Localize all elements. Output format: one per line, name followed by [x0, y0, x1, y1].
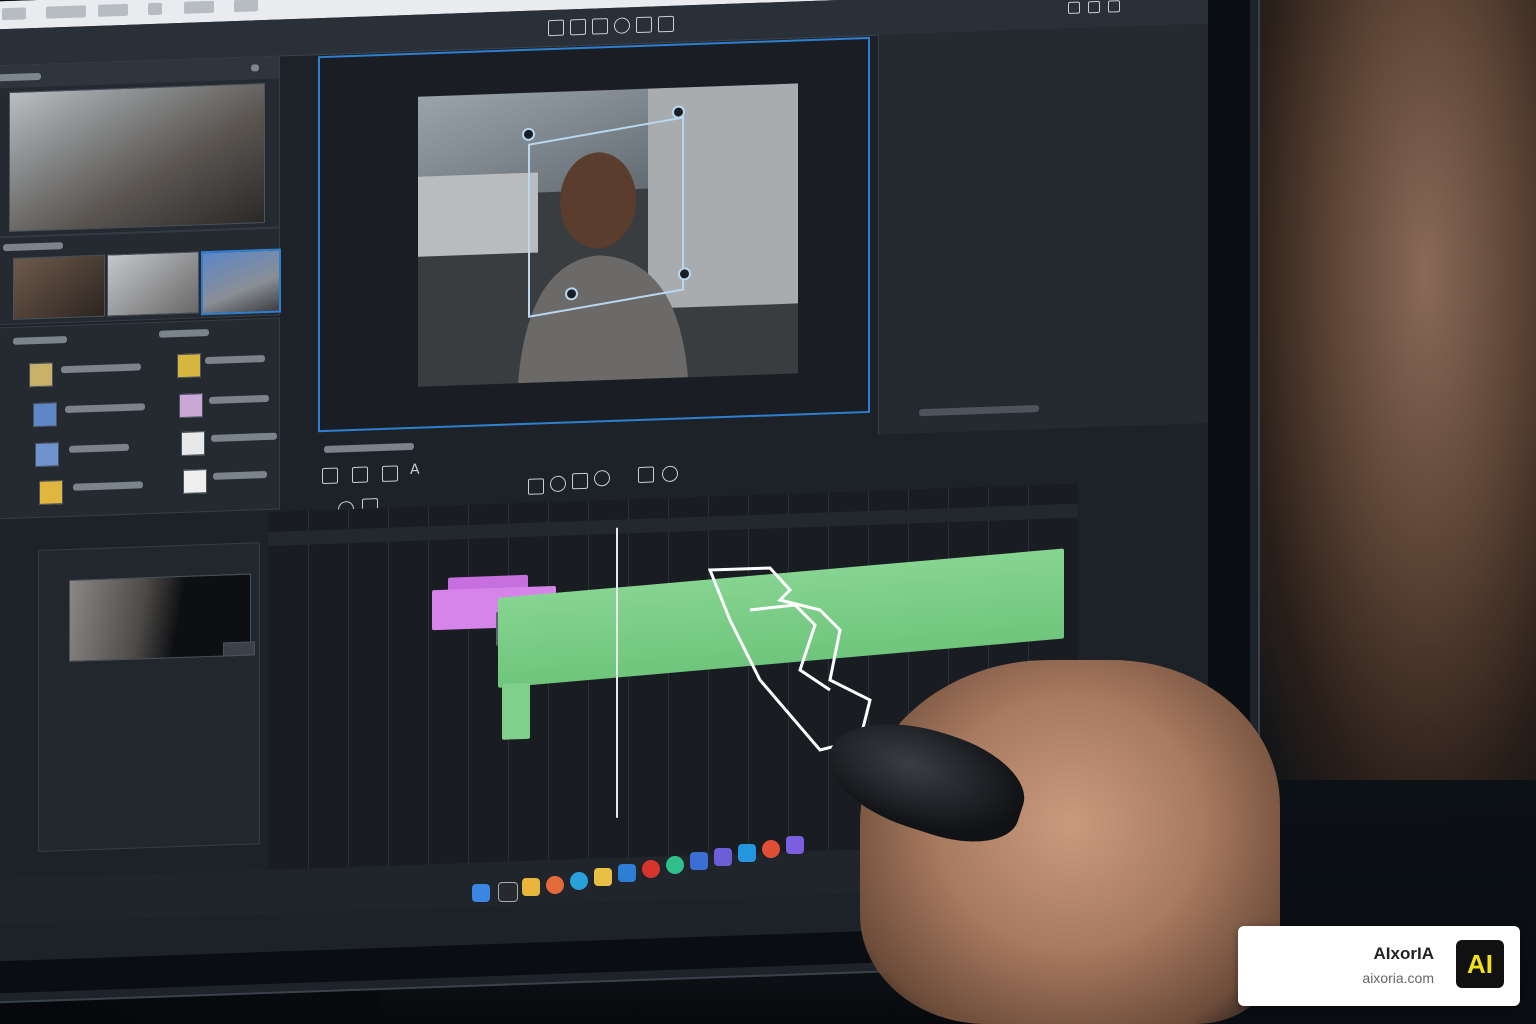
media-thumbnail[interactable]: [13, 254, 105, 320]
close-icon[interactable]: [1108, 0, 1120, 13]
inspector-panel: [878, 23, 1208, 435]
effect-label: [205, 355, 265, 365]
app-icon[interactable]: [690, 852, 708, 870]
app-icon[interactable]: [546, 876, 564, 894]
start-icon[interactable]: [472, 884, 490, 902]
effect-label: [65, 403, 145, 414]
media-thumbnail[interactable]: [107, 251, 199, 317]
building: [418, 172, 538, 257]
effect-icon[interactable]: [179, 393, 203, 419]
media-thumbnail-large[interactable]: [9, 83, 265, 232]
media-preview-panel: [0, 55, 280, 238]
menu-item[interactable]: [2, 7, 26, 21]
playhead[interactable]: [616, 527, 618, 818]
effect-icon[interactable]: [39, 480, 63, 505]
source-button[interactable]: [223, 641, 255, 657]
browser-icon[interactable]: [570, 872, 588, 890]
search-icon[interactable]: [498, 882, 518, 902]
panel-title: [13, 335, 67, 345]
effect-icon[interactable]: [177, 353, 201, 379]
person-face: [1260, 0, 1536, 780]
effect-icon[interactable]: [35, 442, 59, 468]
effect-icon[interactable]: [183, 469, 207, 494]
cut-icon[interactable]: [572, 472, 588, 490]
effect-icon[interactable]: [29, 362, 53, 388]
brand-logo-icon: AI: [1456, 940, 1504, 988]
photo-scene: A AIxorIA aixoria.com AI: [0, 0, 1536, 1024]
effect-icon[interactable]: [33, 402, 57, 428]
text-icon[interactable]: [658, 15, 674, 33]
panel-title: [3, 242, 63, 252]
wireframe-outline: [707, 566, 872, 752]
search-icon[interactable]: [662, 465, 678, 483]
hand: [860, 660, 1280, 1024]
link-icon[interactable]: [638, 466, 654, 484]
brand-logo-text: AI: [1467, 948, 1493, 979]
app-icon[interactable]: [642, 860, 660, 878]
effect-label: [211, 432, 277, 442]
brand-watermark-card: AIxorIA aixoria.com AI: [1238, 926, 1520, 1006]
menu-item[interactable]: [234, 0, 258, 13]
crop-icon[interactable]: [636, 16, 652, 34]
audio-clip[interactable]: [502, 682, 530, 740]
window-control-icon[interactable]: [1068, 1, 1080, 15]
menu-item[interactable]: [184, 0, 214, 14]
window-control-icon[interactable]: [1088, 0, 1100, 14]
menu-item[interactable]: [148, 2, 162, 16]
grid-icon[interactable]: [570, 18, 586, 36]
effect-icon[interactable]: [181, 431, 205, 456]
wireframe-inner-line: [749, 603, 831, 692]
panel-title: [159, 329, 209, 338]
brand-name: AIxorIA: [1373, 944, 1434, 963]
crop-icon[interactable]: [382, 465, 398, 482]
select-icon[interactable]: [528, 478, 544, 495]
browser-icon[interactable]: [762, 840, 780, 858]
folder-icon[interactable]: [522, 878, 540, 896]
app-icon[interactable]: [618, 864, 636, 882]
media-thumbnail-selected[interactable]: [201, 248, 281, 316]
pen-icon[interactable]: [614, 17, 630, 34]
folder-icon[interactable]: [352, 466, 368, 484]
media-bin-panel: [0, 227, 281, 326]
close-icon[interactable]: [251, 64, 259, 72]
menu-item[interactable]: [46, 5, 86, 19]
play-icon[interactable]: [322, 467, 338, 485]
panel-title: [0, 72, 41, 82]
folder-icon[interactable]: [594, 868, 612, 886]
timecode-label: [324, 442, 414, 453]
transform-bounding-box[interactable]: [528, 116, 684, 318]
effect-label: [69, 443, 129, 453]
pen-icon[interactable]: [550, 475, 566, 493]
app-icon[interactable]: [738, 844, 756, 862]
app-icon[interactable]: [714, 848, 732, 866]
menu-item[interactable]: [98, 3, 128, 17]
grid-icon[interactable]: [592, 18, 608, 35]
effect-label: [213, 470, 267, 480]
text-icon[interactable]: A: [410, 462, 424, 478]
effects-panel: [0, 317, 280, 520]
app-icon[interactable]: [666, 856, 684, 874]
layout-icon[interactable]: [548, 19, 564, 37]
effect-label: [73, 481, 143, 491]
source-panel: [38, 542, 260, 852]
crop-icon[interactable]: [594, 469, 610, 487]
effect-label: [61, 363, 141, 374]
brand-url: aixoria.com: [1362, 970, 1434, 986]
effect-label: [209, 394, 269, 405]
app-icon[interactable]: [786, 836, 804, 854]
timeline-ruler[interactable]: [268, 503, 1078, 546]
inspector-label: [919, 405, 1039, 417]
